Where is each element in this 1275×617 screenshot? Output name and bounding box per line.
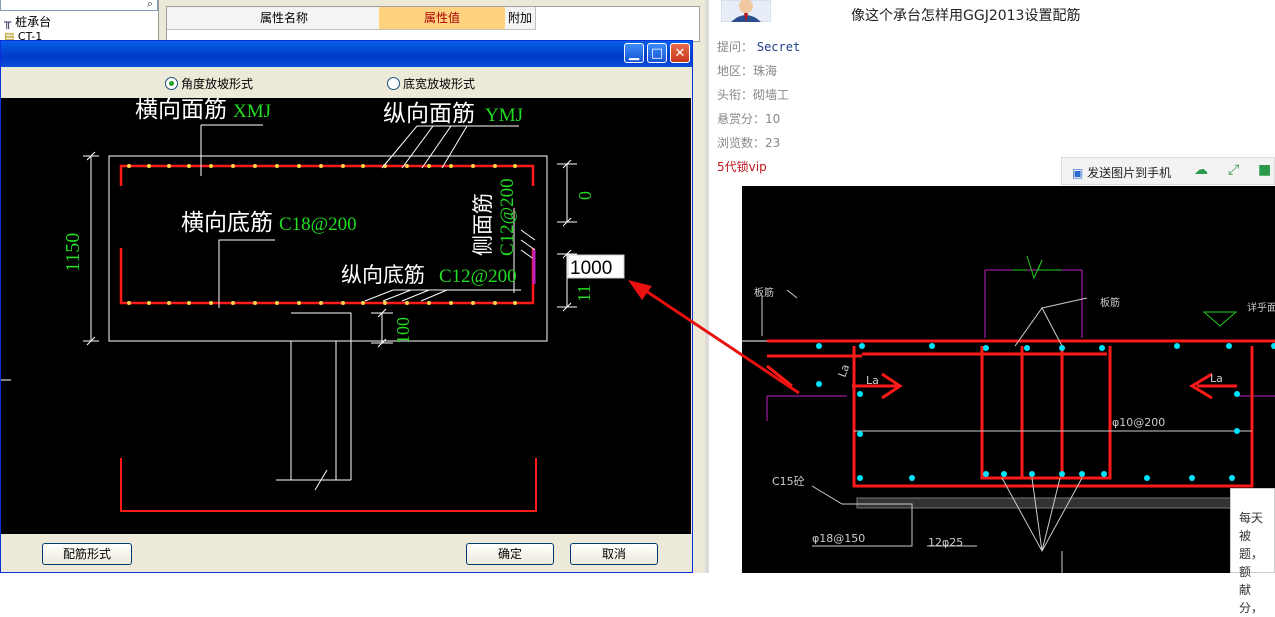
cloud-icon[interactable]: ☁ [1194,162,1208,178]
dialog-button-bar: 配筋形式 确定 取消 [1,536,691,572]
slope-form-radios: 角度放坡形式 底宽放坡形式 [1,71,691,93]
column-header-value[interactable]: 属性值 [379,7,506,30]
dimension-right-partial: 11 [574,285,594,302]
row-header [167,7,190,30]
send-to-phone-button[interactable]: ▣ 发送图片到手机 [1072,164,1171,181]
cad-label-bottom-bar2: 12φ25 [928,536,963,549]
save-icon[interactable]: ■ [1258,162,1271,178]
top-rebar [119,164,535,186]
cancel-button[interactable]: 取消 [570,543,658,565]
cad-label-la3: La [1210,372,1223,385]
rebar-settings-dialog: ▁ □ ✕ 角度放坡形式 底宽放坡形式 横向面筋 XMJ 纵向面筋 YMJ 横向… [0,40,693,573]
cad-image[interactable]: 板筋 板筋 详乎面 La La La φ10@200 C15砼 φ18@150 … [742,186,1275,573]
label-top-longitudinal: 纵向面筋 [383,101,475,127]
label-top-transverse: 横向面筋 [135,98,227,123]
cad-label-concrete: C15砼 [772,475,805,488]
cad-level-symbol [1202,311,1238,327]
tree-node-icon: ╥ [4,15,12,29]
cad-label-bottom-bar: φ18@150 [812,532,865,545]
meta-asker: 提问： Secret [717,40,801,54]
fullscreen-icon[interactable]: ⤢ [1228,162,1239,178]
rebar-form-button[interactable]: 配筋形式 [42,543,132,565]
maximize-button[interactable]: □ [647,43,667,63]
cad-break-symbol [1012,255,1062,280]
column-header-name[interactable]: 属性名称 [189,7,380,30]
meta-region: 地区：珠海 [717,64,778,78]
dimension-bottom: 100 [393,317,413,344]
search-icon[interactable]: ⌕ [147,0,153,11]
cad-label-slab-left: 板筋 [754,286,774,299]
avatar[interactable] [721,0,771,22]
project-tree: ⌕ ╥ 桩承台 ▤ CT-1 [0,0,159,43]
forum-question-panel: 像这个承台怎样用GGJ2013设置配筋 提问： Secret 地区：珠海 头衔：… [709,0,1275,615]
dialog-titlebar[interactable]: ▁ □ ✕ [1,41,692,67]
meta-title: 头衔：砌墙工 [717,88,790,102]
section-rebar [120,458,537,512]
image-toolbar: ▣ 发送图片到手机 ☁ ⤢ ■ [1061,157,1275,185]
label-bottom-transverse-code: C18@200 [279,214,357,235]
phone-icon: ▣ [1072,166,1084,180]
label-top-longitudinal-code: YMJ [485,105,523,126]
property-table: 属性名称 属性值 附加 [166,6,700,42]
tree-search-input[interactable]: ⌕ [0,0,158,11]
cad-label-la1: La [836,362,853,379]
cad-dots [816,343,1275,481]
label-side-rebar-code: C12@200 [497,178,518,256]
column-header-extra[interactable]: 附加 [505,7,536,30]
radio-unchecked-icon [387,77,400,90]
tree-node-pile-cap[interactable]: ╥ 桩承台 [4,13,51,30]
close-button[interactable]: ✕ [670,43,690,63]
minimize-icon: ▁ [629,46,639,61]
meta-views: 浏览数：23 [717,136,781,150]
minimize-button[interactable]: ▁ [624,43,644,63]
label-bottom-longitudinal-code: C12@200 [439,266,517,287]
radio-angle-slope[interactable]: 角度放坡形式 [165,75,253,92]
cad-label-slab-mid: 板筋 [1100,296,1120,309]
radio-checked-icon [165,77,178,90]
dimension-top-right: 0 [575,191,595,200]
label-bottom-longitudinal: 纵向底筋 [341,263,425,287]
cad-rebar [766,339,1275,488]
close-icon: ✕ [674,46,686,61]
cad-label-stirrup: φ10@200 [1112,416,1165,429]
cad-label-la2: La [866,374,879,387]
radio-bottom-width-slope[interactable]: 底宽放坡形式 [387,75,475,92]
pile-outline [276,341,351,491]
notice-popup[interactable]: 每天被 题，额 献分， [1230,488,1275,615]
maximize-icon: □ [650,46,664,61]
asker-link[interactable]: Secret [757,40,800,54]
label-bottom-transverse: 横向底筋 [181,210,273,236]
dimension-height: 1150 [62,233,84,272]
ok-button[interactable]: 确定 [466,543,554,565]
label-top-transverse-code: XMJ [233,101,271,122]
dimension-edit-value[interactable]: 1000 [570,258,612,279]
vip-badge: 5代锁vip [717,160,767,174]
meta-bounty: 悬赏分：10 [717,112,781,126]
rebar-drawing-canvas[interactable]: 横向面筋 XMJ 纵向面筋 YMJ 横向底筋 C18@200 纵向底筋 C12@… [1,98,691,534]
label-side-rebar: 侧面筋 [471,193,495,256]
question-title: 像这个承台怎样用GGJ2013设置配筋 [851,8,1081,24]
pile-top [291,312,352,480]
cad-label-detail: 详乎面 [1247,301,1275,314]
